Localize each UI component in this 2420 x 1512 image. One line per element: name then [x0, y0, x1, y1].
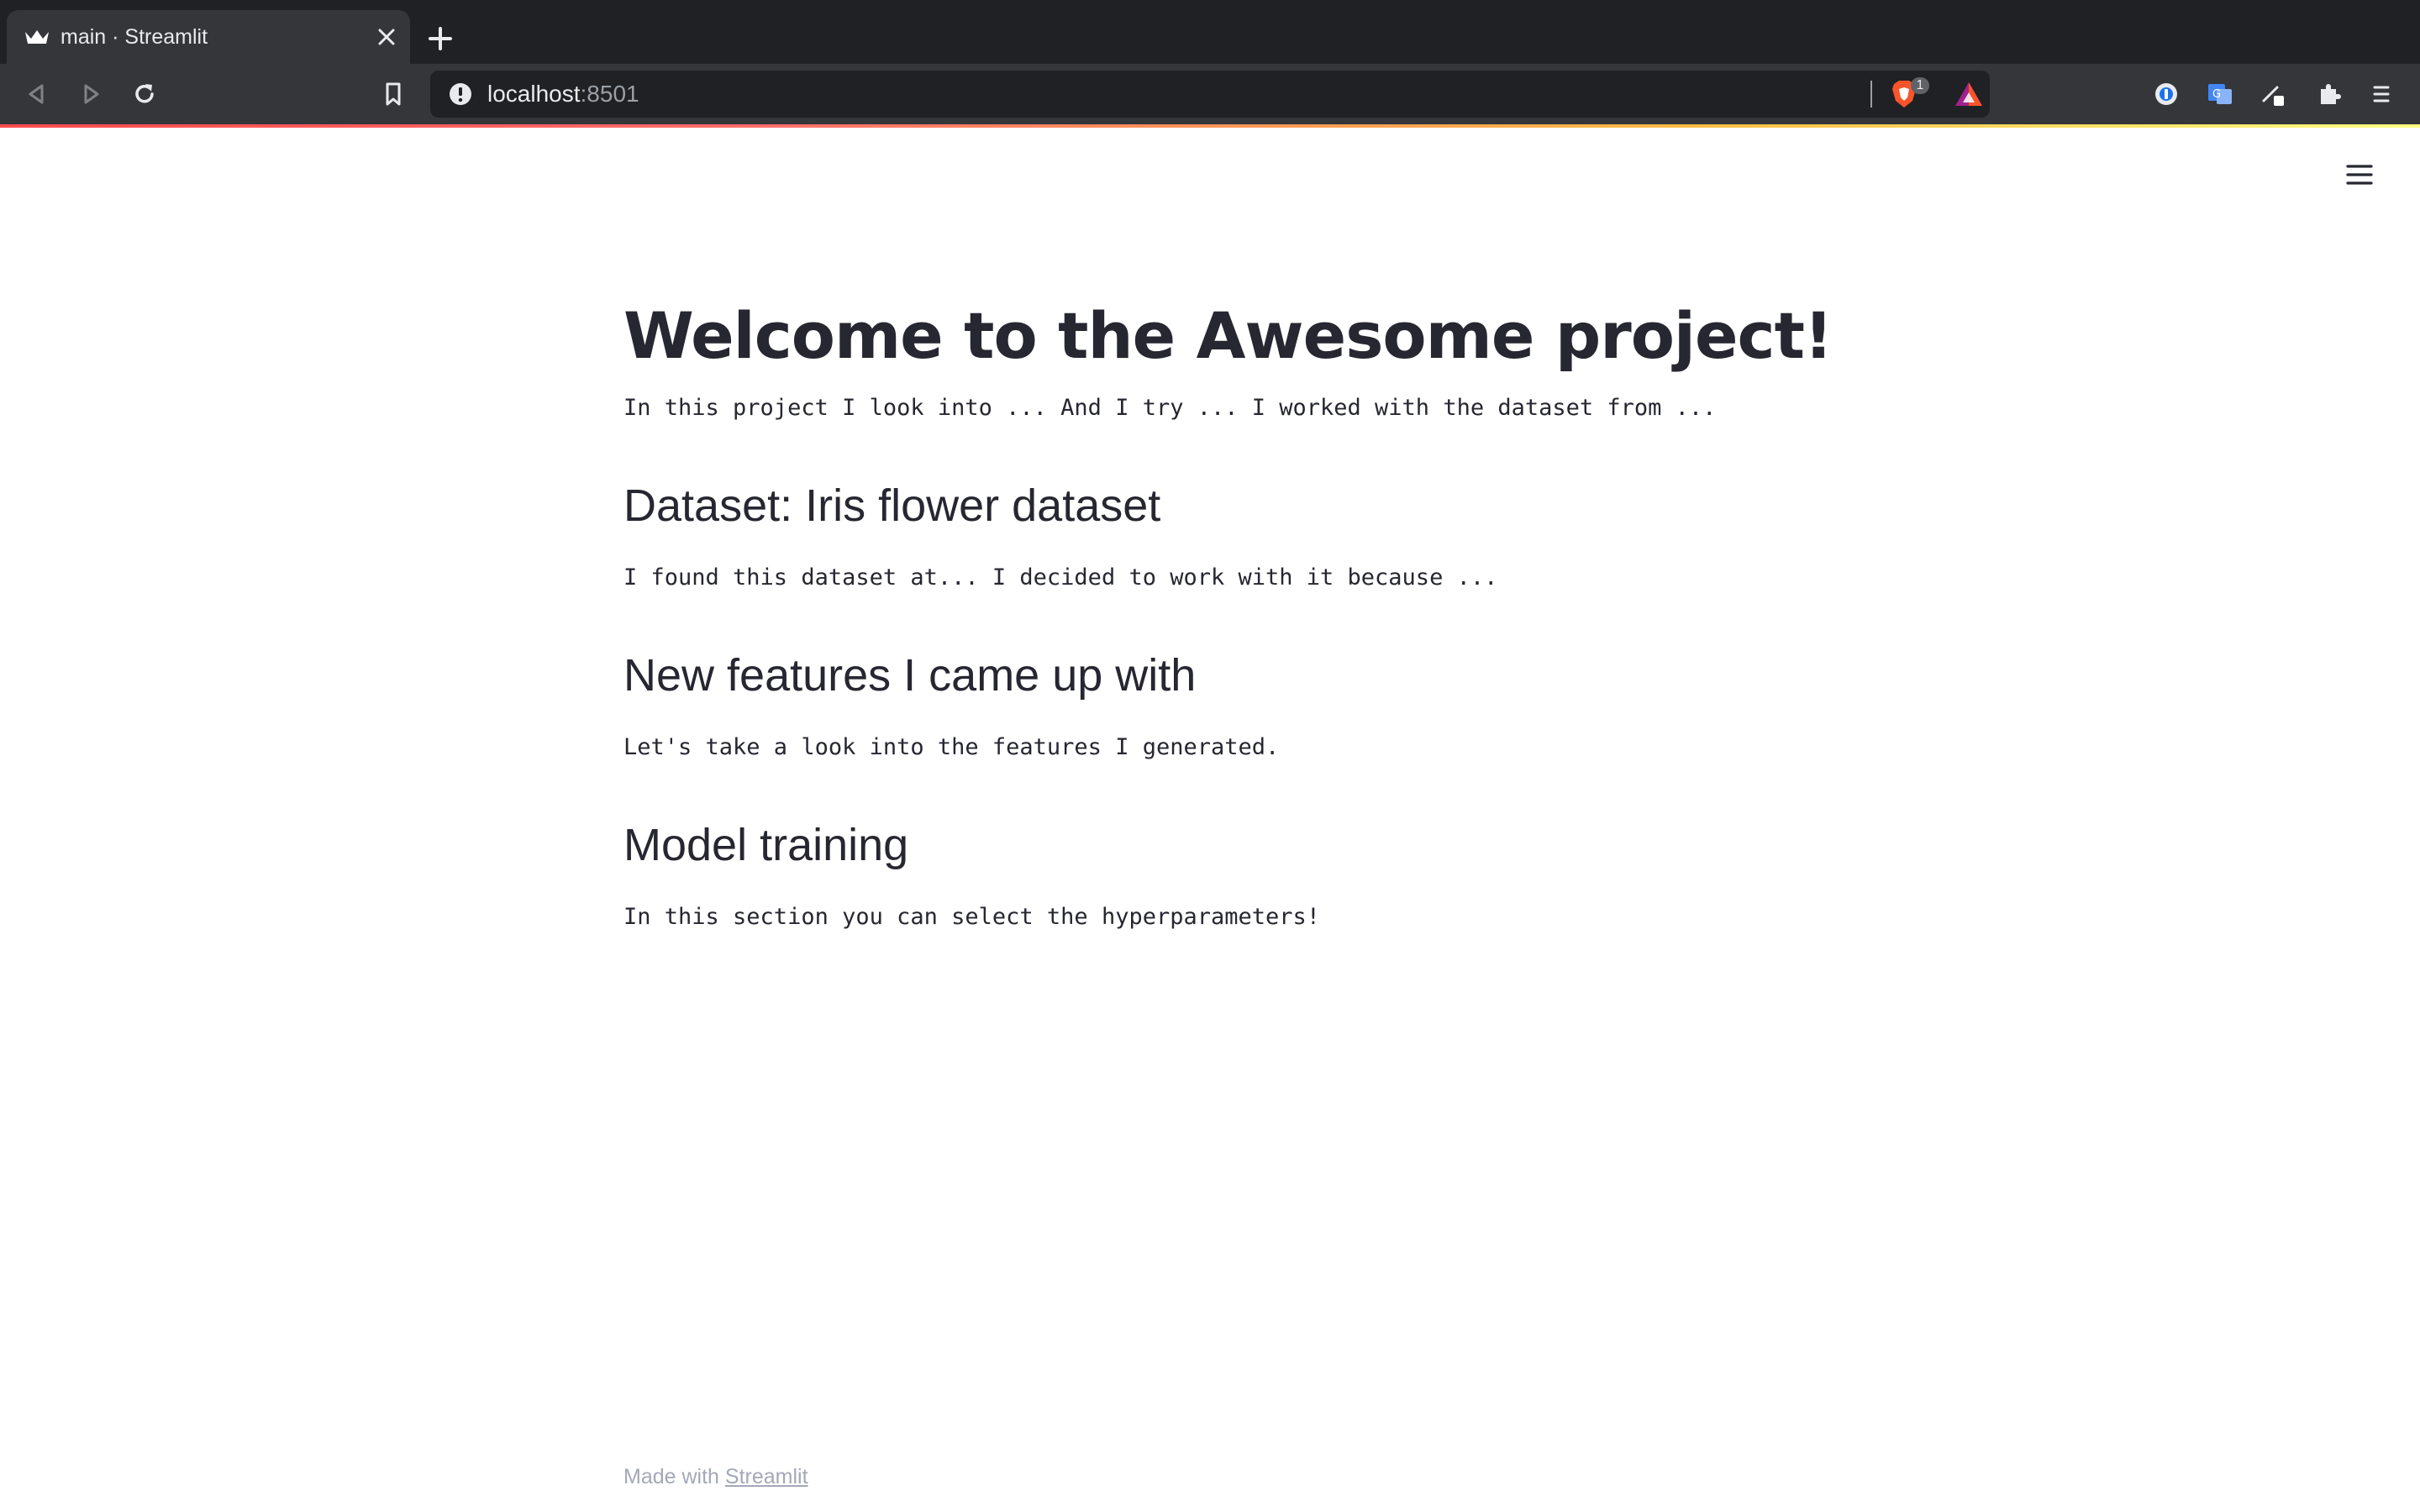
streamlit-status-bar: [0, 124, 2420, 128]
tab-title: main · Streamlit: [60, 25, 208, 49]
pen-extension-icon[interactable]: [2260, 81, 2287, 108]
bookmark-icon[interactable]: [380, 81, 407, 108]
shields-count-badge: 1: [1911, 77, 1929, 94]
forward-icon[interactable]: [77, 81, 104, 108]
footer-prefix: Made with: [623, 1465, 725, 1488]
password-manager-icon[interactable]: [2153, 81, 2180, 108]
streamlit-crown-icon: [25, 30, 49, 44]
close-tab-icon[interactable]: [376, 27, 397, 47]
reload-icon[interactable]: [131, 81, 158, 108]
address-bar[interactable]: localhost:8501 1: [430, 71, 1990, 118]
browser-menu-icon[interactable]: [2368, 81, 2395, 108]
streamlit-link[interactable]: Streamlit: [725, 1465, 808, 1488]
footer: Made with Streamlit: [623, 1465, 808, 1489]
section-header-features: New features I came up with: [623, 650, 1197, 701]
streamlit-menu-icon[interactable]: [2344, 160, 2375, 190]
section-header-dataset: Dataset: Iris flower dataset: [623, 480, 1161, 531]
url-text: localhost:8501: [487, 81, 639, 107]
section-text-features: Let's take a look into the features I ge…: [623, 734, 1280, 760]
intro-text: In this project I look into ... And I tr…: [623, 395, 1717, 421]
section-text-dataset: I found this dataset at... I decided to …: [623, 564, 1498, 591]
extensions-icon[interactable]: [2316, 81, 2343, 108]
address-bar-divider: [1870, 81, 1872, 108]
page-title: Welcome to the Awesome project!: [623, 298, 1833, 373]
google-translate-icon[interactable]: G: [2207, 81, 2233, 108]
new-tab-icon[interactable]: [427, 25, 454, 52]
section-header-model-training: Model training: [623, 820, 909, 870]
browser-toolbar: localhost:8501 1 G: [0, 64, 2420, 124]
brave-rewards-icon[interactable]: [1954, 81, 1983, 108]
tab-strip: main · Streamlit: [0, 0, 2420, 64]
back-icon[interactable]: [24, 81, 50, 108]
site-info-icon[interactable]: [449, 82, 472, 106]
svg-text:G: G: [2212, 88, 2221, 101]
browser-tab[interactable]: main · Streamlit: [7, 10, 410, 64]
section-text-model-training: In this section you can select the hyper…: [623, 904, 1321, 930]
